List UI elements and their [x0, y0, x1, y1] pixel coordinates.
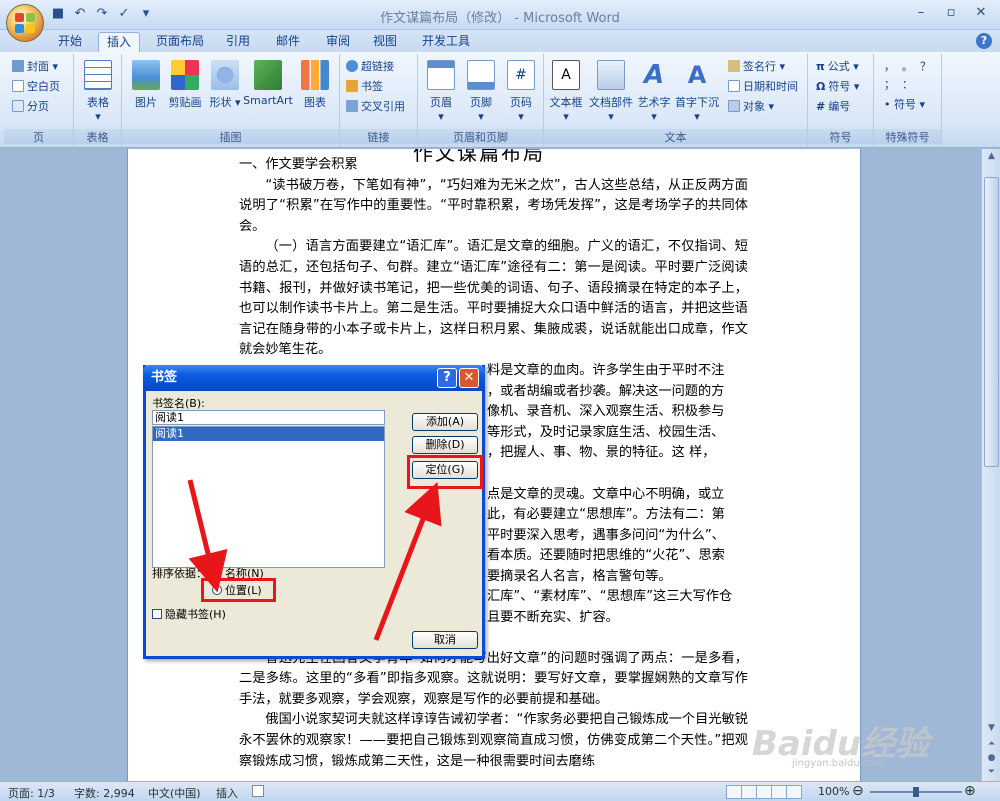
office-button[interactable]	[6, 4, 44, 42]
arrow-to-goto	[373, 482, 442, 641]
office-logo-icon	[15, 13, 35, 33]
watermark-url: jingyan.baidu.com	[792, 758, 885, 769]
arrow-to-position	[187, 479, 228, 593]
annotation-arrows	[187, 479, 442, 641]
